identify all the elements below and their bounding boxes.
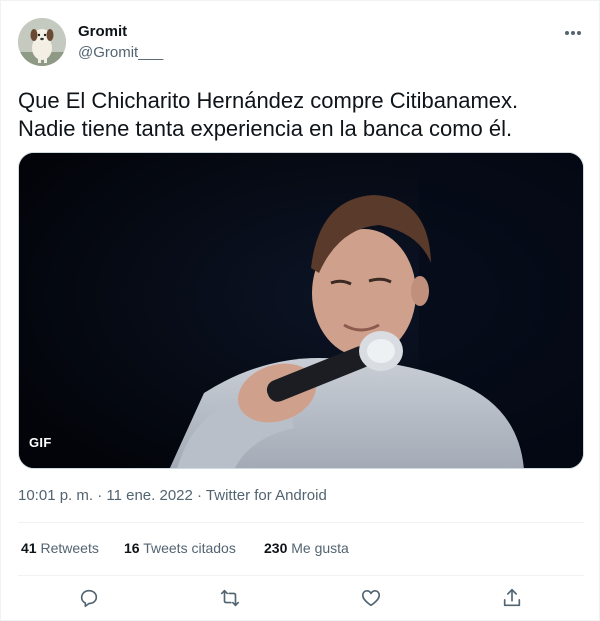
more-horizontal-icon[interactable] (561, 25, 589, 41)
reply-icon[interactable] (78, 587, 102, 611)
username[interactable]: @Gromit___ (78, 44, 163, 61)
likes-label: Me gusta (291, 540, 349, 556)
quotes-count: 16 (124, 540, 140, 556)
display-name[interactable]: Gromit (78, 23, 127, 40)
gif-badge: GIF (29, 435, 52, 450)
quotes-stat[interactable]: 16 Tweets citados (124, 540, 236, 556)
tweet-timestamp-source[interactable]: 10:01 p. m. · 11 ene. 2022 · Twitter for… (18, 487, 327, 504)
likes-count: 230 (264, 540, 288, 556)
tweet-text-line: Nadie tiene tanta experiencia en la banc… (18, 116, 513, 141)
tweet-text-line: Que El Chicharito Hernández compre Citib… (18, 88, 519, 113)
dog-avatar-image (18, 18, 66, 66)
tweet-text: Que El Chicharito Hernández compre Citib… (18, 87, 584, 143)
tweet-card: Gromit @Gromit___ Que El Chicharito Hern… (0, 0, 600, 621)
gif-media[interactable]: GIF (18, 152, 584, 469)
avatar[interactable] (18, 18, 66, 66)
divider (18, 522, 584, 523)
share-icon[interactable] (501, 587, 525, 611)
gif-frame-image (19, 153, 583, 468)
retweet-icon[interactable] (219, 587, 243, 611)
quotes-label: Tweets citados (143, 540, 236, 556)
retweets-count: 41 (21, 540, 37, 556)
retweets-label: Retweets (40, 540, 99, 556)
divider (18, 575, 584, 576)
heart-icon[interactable] (360, 587, 384, 611)
likes-stat[interactable]: 230 Me gusta (264, 540, 349, 556)
retweets-stat[interactable]: 41 Retweets (21, 540, 99, 556)
